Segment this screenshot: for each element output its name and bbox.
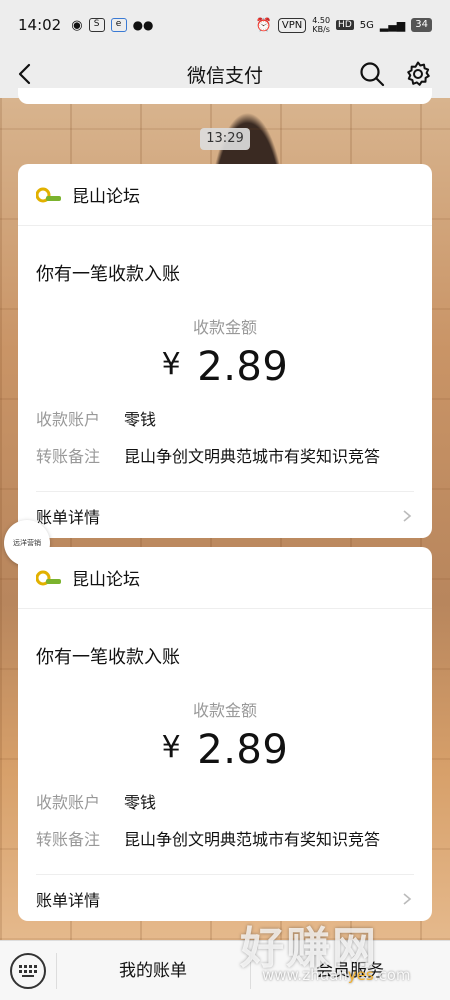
amount-label: 收款金额 [192,701,257,720]
amount-value: ¥2.89 [18,727,432,773]
gear-icon[interactable] [404,60,432,88]
watermark-url-suffix: .com [373,966,411,984]
status-app-icons: ◉ S e ●● [71,18,153,33]
amount-number: 2.89 [197,344,289,390]
message-app-icon: e [110,18,127,32]
status-right: ⏰ VPN 4.50 KB/s HD 5G ▂▄▆ 34 [256,16,432,34]
signal-label: 5G [359,19,374,31]
card-divider [36,874,414,875]
payment-notice-card[interactable]: 昆山论坛 你有一笔收款入账 收款金额 ¥2.89 收款账户 零钱 转账备注 昆山… [18,164,432,538]
bill-detail-label: 账单详情 [36,508,101,527]
hd-badge: HD [336,20,354,30]
chevron-right-icon [403,893,412,905]
weibo-icon: ◉ [71,17,83,33]
card-header: 昆山论坛 [18,547,432,609]
back-icon[interactable] [12,60,40,88]
watermark-url-prefix: www.zhuan [262,966,348,984]
account-row: 收款账户 零钱 [36,789,156,813]
net-speed: 4.50 KB/s [312,16,331,34]
chevron-right-icon [403,510,412,522]
amount-label: 收款金额 [192,318,257,337]
alarm-icon: ⏰ [255,17,272,33]
account-value: 零钱 [124,410,157,429]
search-app-icon: S [88,18,105,32]
currency-symbol: ¥ [161,347,182,382]
status-time: 14:02 [18,16,62,34]
my-bills-button[interactable]: 我的账单 [56,941,250,1000]
search-icon[interactable] [358,60,386,88]
memo-value: 昆山争创文明典范城市有奖知识竞答 [124,830,381,849]
keyboard-icon [19,965,37,977]
memo-label: 转账备注 [36,830,101,849]
status-bar: 14:02 ◉ S e ●● ⏰ VPN 4.50 KB/s HD 5G ▂▄▆… [0,0,450,50]
card-header: 昆山论坛 [18,164,432,226]
memo-row: 转账备注 昆山争创文明典范城市有奖知识竞答 [36,443,380,467]
card-source: 昆山论坛 [72,187,140,207]
card-notice: 你有一笔收款入账 [36,264,180,285]
watermark-url-highlight: yes [347,966,374,984]
forum-logo-icon [36,187,61,202]
card-notice: 你有一笔收款入账 [36,647,180,668]
account-row: 收款账户 零钱 [36,406,156,430]
card-source: 昆山论坛 [72,570,140,590]
amount-number: 2.89 [197,727,289,773]
site-watermark-url: www.zhuanyes.com [262,966,411,984]
previous-card-fragment [18,88,432,104]
vpn-badge: VPN [277,17,307,33]
keyboard-toggle-button[interactable] [10,953,46,989]
wechat-icon: ●● [132,18,154,32]
account-label: 收款账户 [36,410,101,429]
card-divider [36,491,414,492]
memo-row: 转账备注 昆山争创文明典范城市有奖知识竞答 [36,826,380,850]
currency-symbol: ¥ [161,730,182,765]
bill-detail-label: 账单详情 [36,891,101,910]
amount-value: ¥2.89 [18,344,432,390]
battery-icon: 34 [411,18,432,32]
bill-detail-link[interactable]: 账单详情 [36,494,414,538]
payment-notice-card[interactable]: 昆山论坛 你有一笔收款入账 收款金额 ¥2.89 收款账户 零钱 转账备注 昆山… [18,547,432,921]
forum-logo-icon [36,570,61,585]
memo-label: 转账备注 [36,447,101,466]
memo-value: 昆山争创文明典范城市有奖知识竞答 [124,447,381,466]
account-value: 零钱 [124,793,157,812]
account-label: 收款账户 [36,793,101,812]
message-timestamp: 13:29 [200,128,250,150]
signal-icon: ▂▄▆ [379,18,406,32]
